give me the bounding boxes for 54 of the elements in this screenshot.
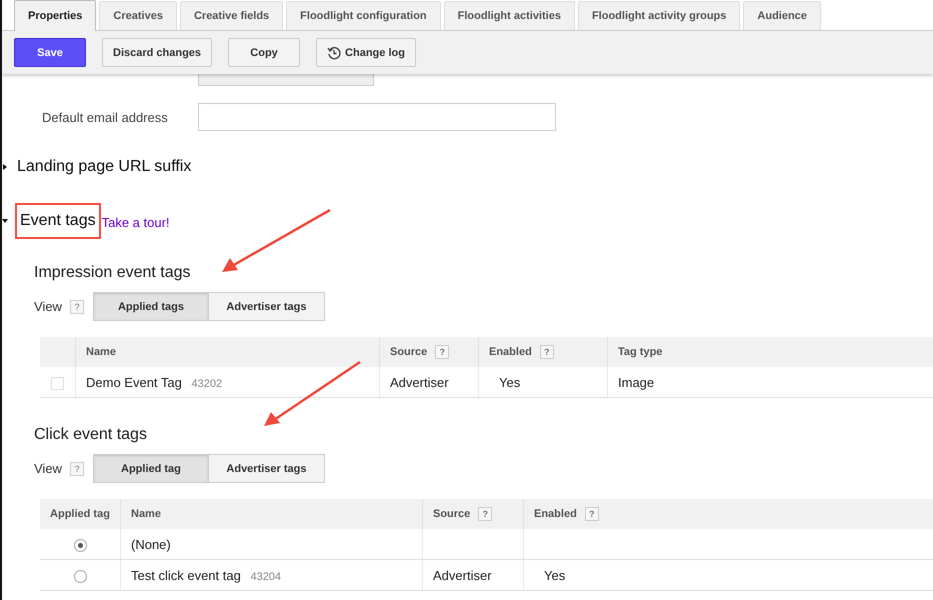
view-label: View: [34, 461, 62, 476]
column-title: Source: [390, 346, 428, 358]
help-icon[interactable]: ?: [70, 462, 84, 476]
view-toggle[interactable]: Advertiser tags: [208, 292, 325, 321]
tag-id: 43204: [250, 570, 282, 582]
help-icon[interactable]: ?: [584, 507, 599, 521]
column-title: Name: [131, 508, 161, 520]
tab[interactable]: Audience: [743, 1, 821, 30]
help-icon[interactable]: ?: [478, 507, 492, 521]
toolbar-button[interactable]: Copy: [228, 38, 300, 67]
source-text: Advertiser: [433, 568, 492, 582]
column-title: Enabled: [534, 508, 577, 520]
expanded-triangle-icon[interactable]: [2, 218, 8, 224]
email-input-field[interactable]: [198, 103, 556, 131]
row-checkbox[interactable]: [51, 376, 64, 390]
toolbar-button[interactable]: Discard changes: [102, 38, 212, 67]
field-label: Default email address: [41, 110, 169, 124]
tab[interactable]: Floodlight configuration: [286, 1, 441, 30]
help-icon[interactable]: ?: [435, 345, 450, 359]
toolbar-button[interactable]: Change log: [316, 38, 416, 67]
tab[interactable]: Floodlight activities: [444, 1, 575, 30]
column-title: Enabled: [489, 346, 532, 358]
history-icon: [327, 46, 342, 60]
tab[interactable]: Creative fields: [180, 1, 284, 30]
save-button[interactable]: Save: [14, 38, 86, 67]
collapsed-triangle-icon[interactable]: [2, 164, 8, 170]
tag-name: Test click event tag: [131, 568, 241, 582]
radio-button[interactable]: [74, 538, 86, 552]
column-title: Applied tag: [50, 508, 110, 520]
take-tour-link[interactable]: Take a tour!: [102, 215, 170, 230]
radio-button[interactable]: [74, 570, 86, 583]
subsection-title: Impression event tags: [34, 264, 192, 282]
help-icon[interactable]: ?: [70, 300, 84, 314]
tab[interactable]: Properties: [14, 0, 96, 31]
column-title: Tag type: [618, 346, 662, 358]
view-toggle[interactable]: Applied tags: [92, 292, 209, 321]
section-title[interactable]: Landing page URL suffix: [12, 149, 196, 185]
source-text: Advertiser: [390, 374, 449, 390]
column-title: Name: [86, 346, 116, 358]
view-label: View: [34, 299, 62, 314]
help-icon[interactable]: ?: [540, 345, 554, 359]
view-toggle[interactable]: Applied tag: [92, 454, 209, 483]
enabled-text: Yes: [499, 374, 520, 390]
enabled-text: Yes: [544, 568, 566, 582]
tag-id: 43202: [192, 378, 222, 390]
section-title[interactable]: Event tags: [15, 203, 101, 239]
tab[interactable]: Floodlight activity groups: [578, 1, 740, 30]
subsection-title: Click event tags: [34, 426, 148, 444]
column-title: Source: [433, 508, 470, 520]
tag-name: (None): [131, 536, 171, 552]
tag-name: Demo Event Tag: [86, 374, 182, 390]
tag-type-text: Image: [618, 374, 654, 390]
tab[interactable]: Creatives: [99, 1, 177, 30]
view-toggle[interactable]: Advertiser tags: [208, 454, 325, 483]
